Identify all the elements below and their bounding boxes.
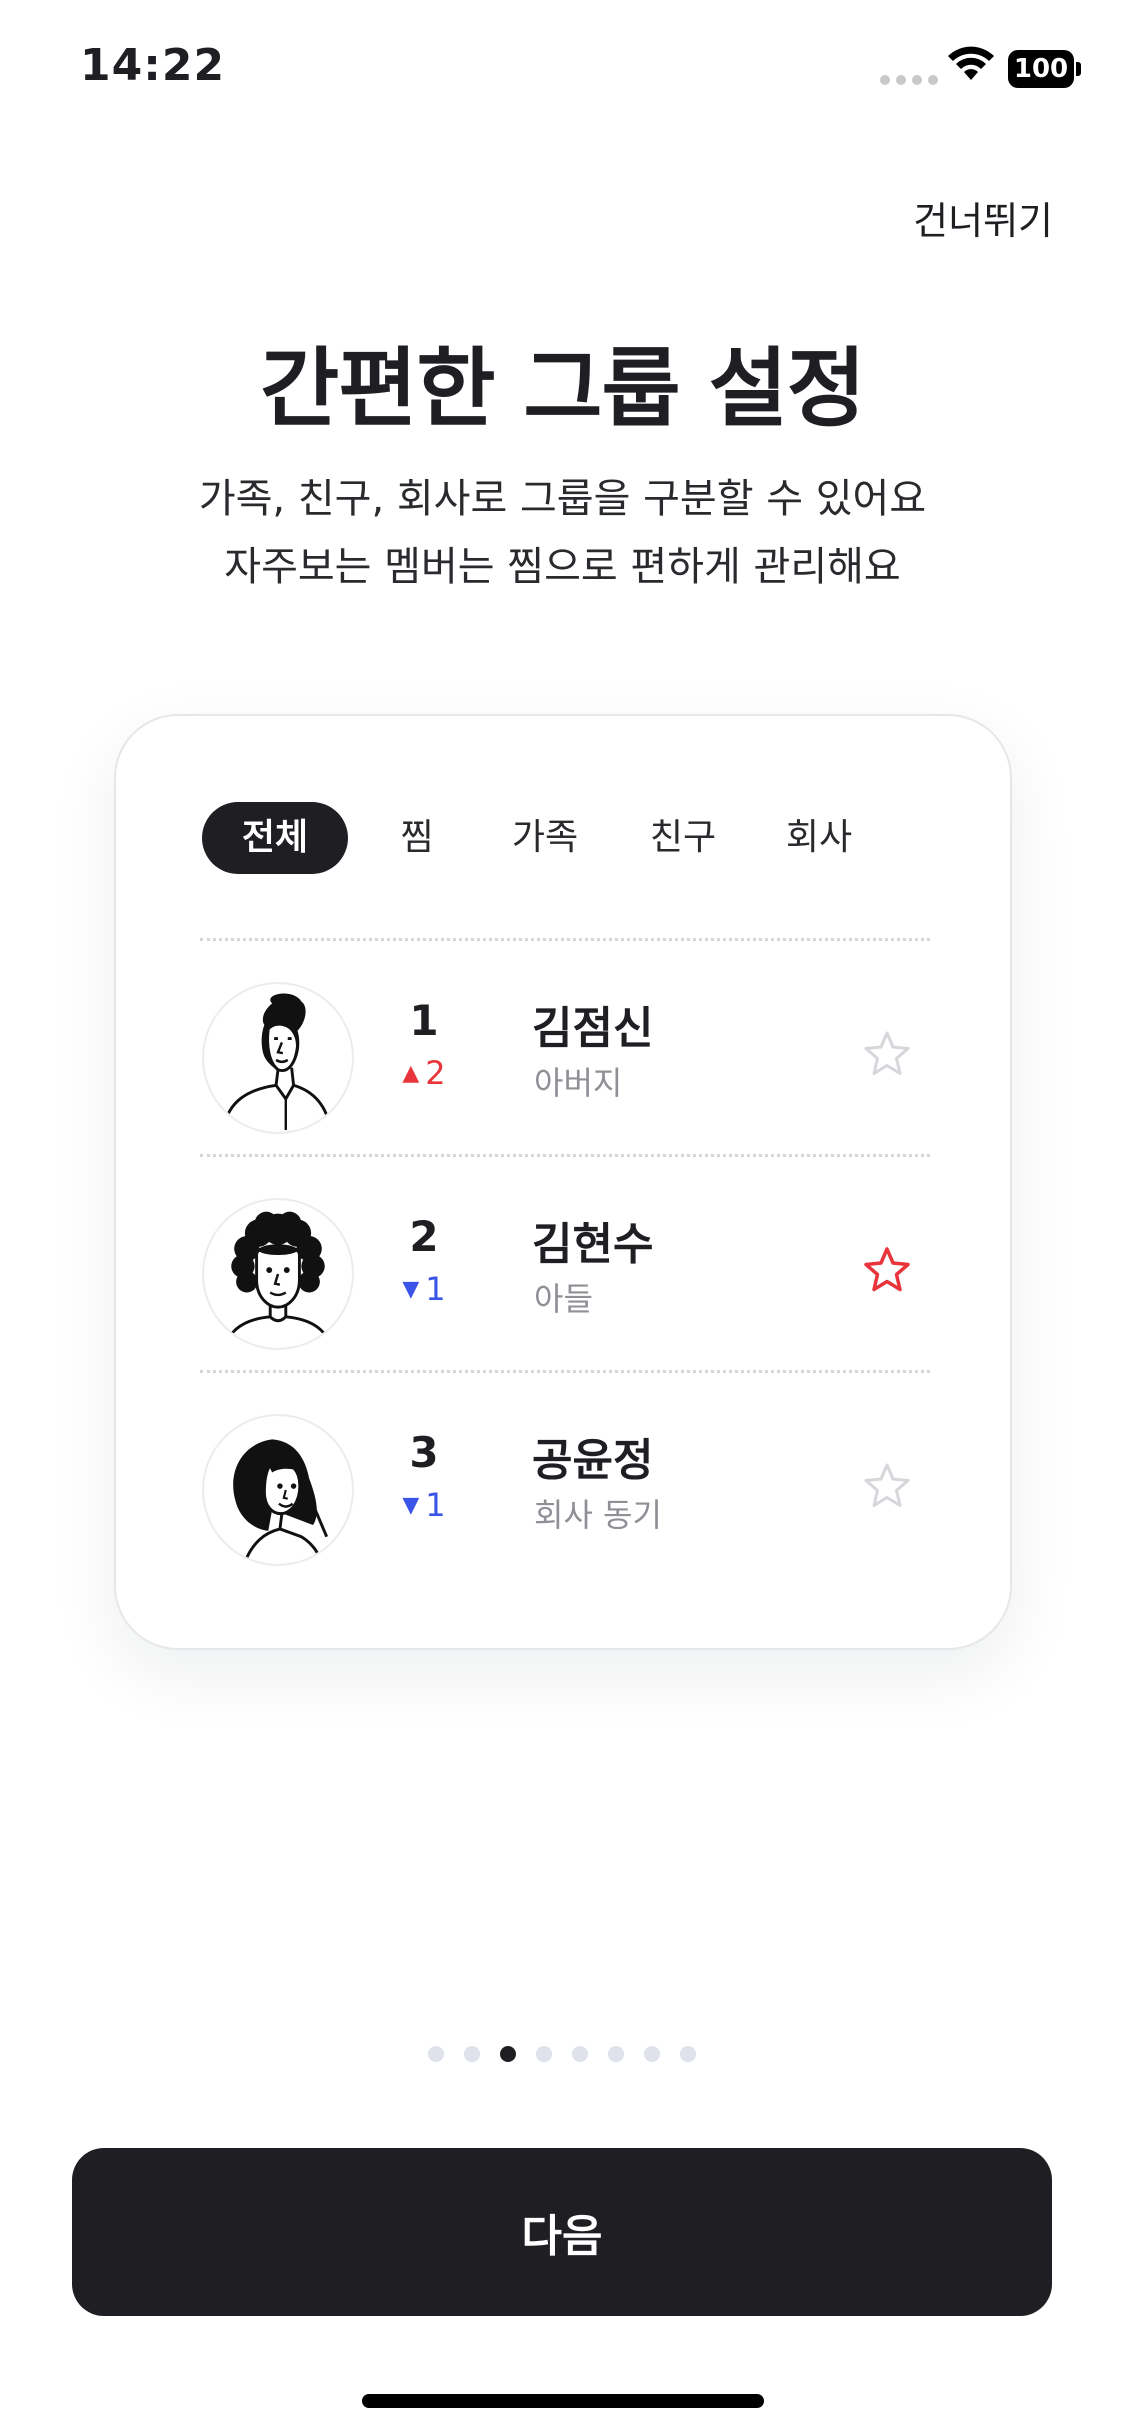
rank-number: 1: [409, 996, 439, 1045]
subtitle-line-1: 가족, 친구, 회사로 그룹을 구분할 수 있어요: [198, 476, 927, 522]
curly-hair-man-avatar: [202, 1198, 354, 1350]
rank-change-value: 2: [425, 1054, 446, 1092]
star-outline-icon[interactable]: [860, 1460, 914, 1514]
member-relation: 아버지: [534, 1064, 623, 1102]
filter-chip-friends[interactable]: 친구: [638, 802, 728, 874]
rank-down-icon: ▼: [402, 1493, 420, 1518]
member-relation: 아들: [534, 1280, 593, 1318]
member-relation: 회사 동기: [534, 1496, 662, 1534]
member-name: 공윤정: [532, 1435, 654, 1486]
page-dot: [572, 2046, 588, 2062]
woman-long-hair-avatar: [202, 1414, 354, 1566]
filter-chip-all[interactable]: 전체: [202, 802, 348, 874]
battery-icon: 100: [1008, 50, 1081, 88]
status-time: 14:22: [80, 40, 226, 91]
page-dot: [644, 2046, 660, 2062]
battery-level: 100: [1008, 50, 1074, 88]
filter-chip-family[interactable]: 가족: [500, 802, 590, 874]
filter-chip-company[interactable]: 회사: [774, 802, 864, 874]
page-indicator: [428, 2046, 696, 2062]
rank-change-value: 1: [425, 1270, 446, 1308]
page-dot: [428, 2046, 444, 2062]
rank-up-icon: ▲: [402, 1061, 420, 1086]
rank-change-value: 1: [425, 1486, 446, 1524]
onboarding-screen: 14:22 100 건너뛰기 간편한 그룹 설정 가족, 친구, 회사로 그룹을…: [0, 0, 1125, 2436]
next-button[interactable]: 다음: [72, 2148, 1052, 2316]
man-with-quiff-avatar: [202, 982, 354, 1134]
home-indicator: [362, 2394, 764, 2408]
page-dot: [680, 2046, 696, 2062]
member-row[interactable]: 3 ▼ 1 공윤정 회사 동기: [116, 1372, 1014, 1588]
star-outline-icon[interactable]: [860, 1028, 914, 1082]
filter-chip-favorites[interactable]: 찜: [384, 802, 450, 874]
group-preview-card: 전체 찜 가족 친구 회사 1 ▲ 2 김점신 아버지 2 ▼ 1 김현수 아들…: [114, 714, 1012, 1650]
rank-change: ▼ 1: [374, 1270, 474, 1308]
page-dot-active: [500, 2046, 516, 2062]
rank-number: 3: [409, 1428, 439, 1477]
member-name: 김점신: [532, 1003, 654, 1054]
rank-down-icon: ▼: [402, 1277, 420, 1302]
status-bar: 14:22 100: [0, 0, 1125, 140]
star-filled-icon[interactable]: [860, 1244, 914, 1298]
page-title: 간편한 그룹 설정: [260, 339, 866, 439]
rank-change: ▲ 2: [374, 1054, 474, 1092]
member-name: 김현수: [532, 1219, 654, 1270]
page-dot: [608, 2046, 624, 2062]
member-row[interactable]: 1 ▲ 2 김점신 아버지: [116, 940, 1014, 1156]
skip-button[interactable]: 건너뛰기: [913, 190, 1053, 245]
member-row[interactable]: 2 ▼ 1 김현수 아들: [116, 1156, 1014, 1372]
page-dot: [464, 2046, 480, 2062]
cellular-signal-icon: [880, 75, 938, 85]
rank-change: ▼ 1: [374, 1486, 474, 1524]
page-dot: [536, 2046, 552, 2062]
rank-number: 2: [409, 1212, 439, 1261]
wifi-icon: [948, 46, 994, 80]
subtitle-line-2: 자주보는 멤버는 찜으로 편하게 관리해요: [224, 544, 901, 590]
